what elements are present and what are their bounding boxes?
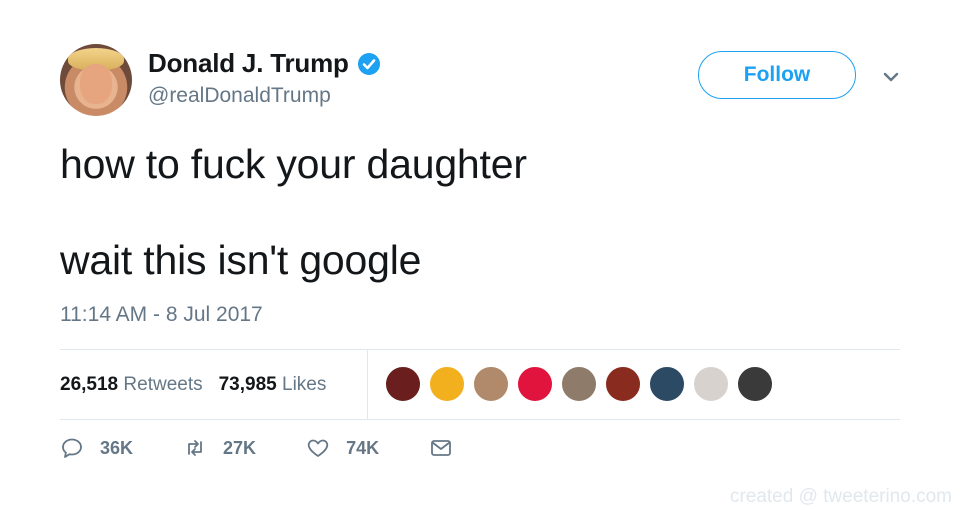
retweet-count: 27K bbox=[223, 437, 257, 458]
avatar-blue-art[interactable] bbox=[649, 366, 685, 402]
profile-avatar[interactable] bbox=[60, 44, 132, 116]
engagement-stats: 26,518 Retweets 73,985 Likes bbox=[60, 350, 900, 419]
direct-message-button[interactable] bbox=[429, 436, 453, 460]
stats-separator bbox=[367, 350, 368, 419]
like-count: 74K bbox=[346, 437, 380, 458]
divider-bottom bbox=[60, 419, 900, 420]
chevron-down-icon[interactable] bbox=[880, 66, 902, 88]
avatar-dark-red[interactable] bbox=[385, 366, 421, 402]
reply-icon bbox=[62, 438, 82, 458]
user-handle[interactable]: @realDonaldTrump bbox=[148, 84, 331, 108]
liker-avatars bbox=[385, 366, 781, 402]
tweet-line-2: wait this isn't google bbox=[60, 237, 422, 283]
retweet-icon bbox=[188, 440, 202, 456]
avatar-sunset[interactable] bbox=[429, 366, 465, 402]
follow-button[interactable]: Follow bbox=[698, 51, 856, 99]
retweets-count: 26,518 bbox=[60, 373, 119, 395]
likes-count: 73,985 bbox=[218, 373, 277, 395]
avatar-red-o[interactable] bbox=[517, 366, 553, 402]
likes-label: Likes bbox=[282, 373, 327, 395]
heart-icon bbox=[307, 439, 329, 457]
watermark: created @ tweeterino.com bbox=[729, 486, 952, 507]
tweet-line-1: how to fuck your daughter bbox=[60, 141, 527, 187]
avatar-triangle[interactable] bbox=[605, 366, 641, 402]
avatar-room[interactable] bbox=[561, 366, 597, 402]
tweet-actions: 36K 27K 74K bbox=[60, 436, 503, 460]
avatar-woman[interactable] bbox=[473, 366, 509, 402]
avatar-cartoon[interactable] bbox=[693, 366, 729, 402]
likes-stat[interactable]: 73,985 Likes bbox=[219, 374, 327, 396]
retweets-stat[interactable]: 26,518 Retweets bbox=[60, 374, 203, 396]
avatar-bw-face[interactable] bbox=[737, 366, 773, 402]
reply-button[interactable]: 36K bbox=[60, 436, 133, 460]
tweet-text: how to fuck your daughter wait this isn'… bbox=[60, 140, 900, 284]
tweet-timestamp[interactable]: 11:14 AM - 8 Jul 2017 bbox=[60, 303, 263, 327]
name-row: Donald J. Trump bbox=[148, 48, 381, 79]
verified-badge-icon bbox=[357, 52, 380, 75]
avatar-face bbox=[80, 64, 112, 104]
like-button[interactable]: 74K bbox=[306, 436, 379, 460]
retweets-label: Retweets bbox=[123, 373, 203, 395]
display-name[interactable]: Donald J. Trump bbox=[148, 48, 349, 79]
retweet-button[interactable]: 27K bbox=[183, 436, 256, 460]
reply-count: 36K bbox=[100, 437, 134, 458]
mail-icon bbox=[431, 440, 451, 456]
